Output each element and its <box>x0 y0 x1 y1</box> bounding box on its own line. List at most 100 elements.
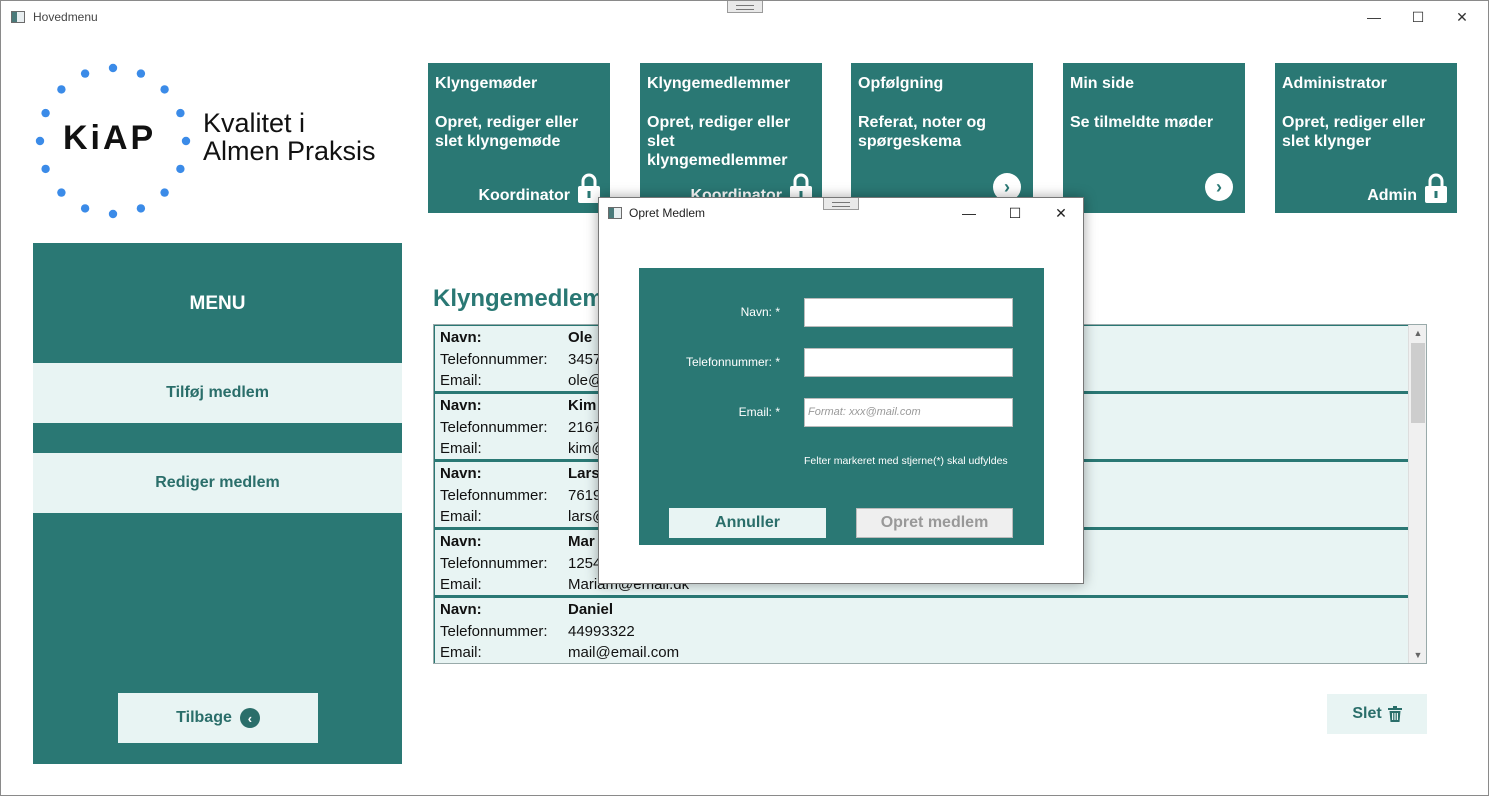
member-name: Lars <box>568 465 600 482</box>
member-name: Kim <box>568 397 597 414</box>
email-field[interactable]: Format: xxx@mail.com <box>804 398 1013 427</box>
tile-klyngemoder[interactable]: Klyngemøder Opret, rediger eller slet kl… <box>428 63 610 213</box>
list-scrollbar[interactable]: ▲ ▼ <box>1408 325 1426 663</box>
menu-title: MENU <box>189 293 246 314</box>
logo-dot <box>160 85 169 94</box>
email-label: Email: * <box>738 405 780 419</box>
lock-icon <box>1425 173 1447 203</box>
dialog-close-button[interactable]: ✕ <box>1038 198 1084 228</box>
member-form: Navn: * Telefonnummer: * Email: * Format… <box>639 268 1044 545</box>
dialog-minimize-button[interactable]: — <box>946 198 992 228</box>
minimize-button[interactable]: — <box>1351 1 1397 33</box>
member-phone: 2167 <box>568 418 602 436</box>
tagline-line-1: Kvalitet i <box>203 108 306 138</box>
phone-label: Telefonnummer: <box>440 486 548 504</box>
logo-dot <box>35 136 45 146</box>
arrow-right-icon: › <box>1205 173 1233 201</box>
member-phone: 44993322 <box>568 622 635 640</box>
phone-label: Telefonnummer: <box>440 554 548 572</box>
kiap-logo: KiAP Kvalitet i Almen Praksis <box>33 61 403 221</box>
email-label: Email: <box>440 508 482 525</box>
logo-dot <box>176 164 185 174</box>
logo-dot <box>80 69 90 78</box>
member-phone: 1254 <box>568 554 602 572</box>
member-name: Mar <box>568 533 595 550</box>
edit-member-button[interactable]: Rediger medlem <box>33 453 402 513</box>
member-phone: 3457 <box>568 350 602 368</box>
logo-dot <box>108 63 118 73</box>
logo-dot <box>136 69 146 78</box>
member-name: Ole <box>568 329 593 346</box>
trash-icon <box>1387 706 1402 722</box>
tile-min-side[interactable]: Min side Se tilmeldte møder › <box>1063 63 1245 213</box>
delete-button[interactable]: Slet <box>1327 694 1427 734</box>
close-button[interactable]: ✕ <box>1439 1 1485 33</box>
drag-grip-icon[interactable] <box>823 198 859 210</box>
logo-dot <box>80 204 90 213</box>
tile-description: Opret, rediger eller slet klynger <box>1282 114 1426 150</box>
chevron-left-icon: ‹ <box>239 708 260 728</box>
phone-field[interactable] <box>804 348 1013 377</box>
create-member-button[interactable]: Opret medlem <box>856 508 1013 538</box>
logo-dot <box>160 188 169 197</box>
tagline-line-2: Almen Praksis <box>203 136 376 166</box>
member-email: mail@email.com <box>568 644 680 661</box>
tile-title: Opfølgning <box>858 75 944 92</box>
logo-dot <box>176 108 185 118</box>
create-member-dialog: Opret Medlem — ☐ ✕ Navn: * Telefonnummer… <box>598 197 1084 584</box>
name-label: Navn: <box>440 533 482 550</box>
tile-administrator[interactable]: Administrator Opret, rediger eller slet … <box>1275 63 1457 213</box>
scroll-thumb[interactable] <box>1411 343 1425 423</box>
required-fields-note: Felter markeret med stjerne(*) skal udfy… <box>804 455 1008 467</box>
cancel-button[interactable]: Annuller <box>669 508 826 538</box>
back-button-label: Tilbage <box>176 709 232 726</box>
phone-label: Telefonnummer: * <box>685 355 780 369</box>
phone-label: Telefonnummer: <box>440 418 548 436</box>
window-title: Hovedmenu <box>33 10 98 24</box>
tile-description: Opret, rediger eller slet klyngemedlemme… <box>647 114 791 169</box>
lock-icon <box>578 173 600 203</box>
member-phone: 7619 <box>568 486 602 504</box>
name-label: Navn: <box>440 329 482 346</box>
delete-button-label: Slet <box>1352 705 1382 722</box>
dialog-maximize-button[interactable]: ☐ <box>992 198 1038 228</box>
sidebar-menu: MENU Tilføj medlem Rediger medlem Tilbag… <box>33 243 402 764</box>
add-member-button[interactable]: Tilføj medlem <box>33 363 402 423</box>
scroll-up-icon[interactable]: ▲ <box>1409 325 1426 341</box>
logo-tagline: Kvalitet i Almen Praksis <box>203 109 376 165</box>
phone-label: Telefonnummer: <box>440 350 548 368</box>
name-label: Navn: <box>440 397 482 414</box>
name-label: Navn: <box>440 601 482 618</box>
logo-dot <box>136 204 146 213</box>
logo-mark: KiAP <box>63 119 157 157</box>
logo-dot <box>181 136 191 146</box>
phone-label: Telefonnummer: <box>440 622 548 640</box>
tile-opfolgning[interactable]: Opfølgning Referat, noter og spørgeskema… <box>851 63 1033 213</box>
back-button[interactable]: Tilbage ‹ <box>118 693 318 743</box>
tile-description: Se tilmeldte møder <box>1070 114 1214 131</box>
member-row[interactable]: Navn: Daniel Telefonnummer: 44993322 Email: m… <box>434 597 1409 663</box>
tile-title: Klyngemøder <box>435 75 538 92</box>
title-bar[interactable]: Hovedmenu — ☐ ✕ <box>1 1 1488 33</box>
dialog-title: Opret Medlem <box>629 206 706 220</box>
member-name: Daniel <box>568 601 614 618</box>
scroll-down-icon[interactable]: ▼ <box>1409 647 1426 663</box>
tile-role: Koordinator <box>478 187 570 204</box>
logo-dot <box>108 209 118 219</box>
maximize-button[interactable]: ☐ <box>1395 1 1441 33</box>
tile-title: Klyngemedlemmer <box>647 75 791 92</box>
tile-description: Opret, rediger eller slet klyngemøde <box>435 114 579 150</box>
dialog-title-bar[interactable]: Opret Medlem — ☐ ✕ <box>599 198 1083 228</box>
tile-description: Referat, noter og spørgeskema <box>858 114 987 150</box>
name-field[interactable] <box>804 298 1013 327</box>
tile-title: Administrator <box>1282 75 1387 92</box>
tile-title: Min side <box>1070 75 1135 92</box>
app-icon <box>608 207 622 219</box>
name-label: Navn: * <box>740 305 780 319</box>
email-label: Email: <box>440 440 482 457</box>
logo-dot <box>57 85 66 94</box>
drag-grip-icon[interactable] <box>727 1 763 13</box>
app-icon <box>11 11 25 23</box>
tile-klyngemedlemmer[interactable]: Klyngemedlemmer Opret, rediger eller sle… <box>640 63 822 213</box>
logo-dot <box>57 188 66 197</box>
